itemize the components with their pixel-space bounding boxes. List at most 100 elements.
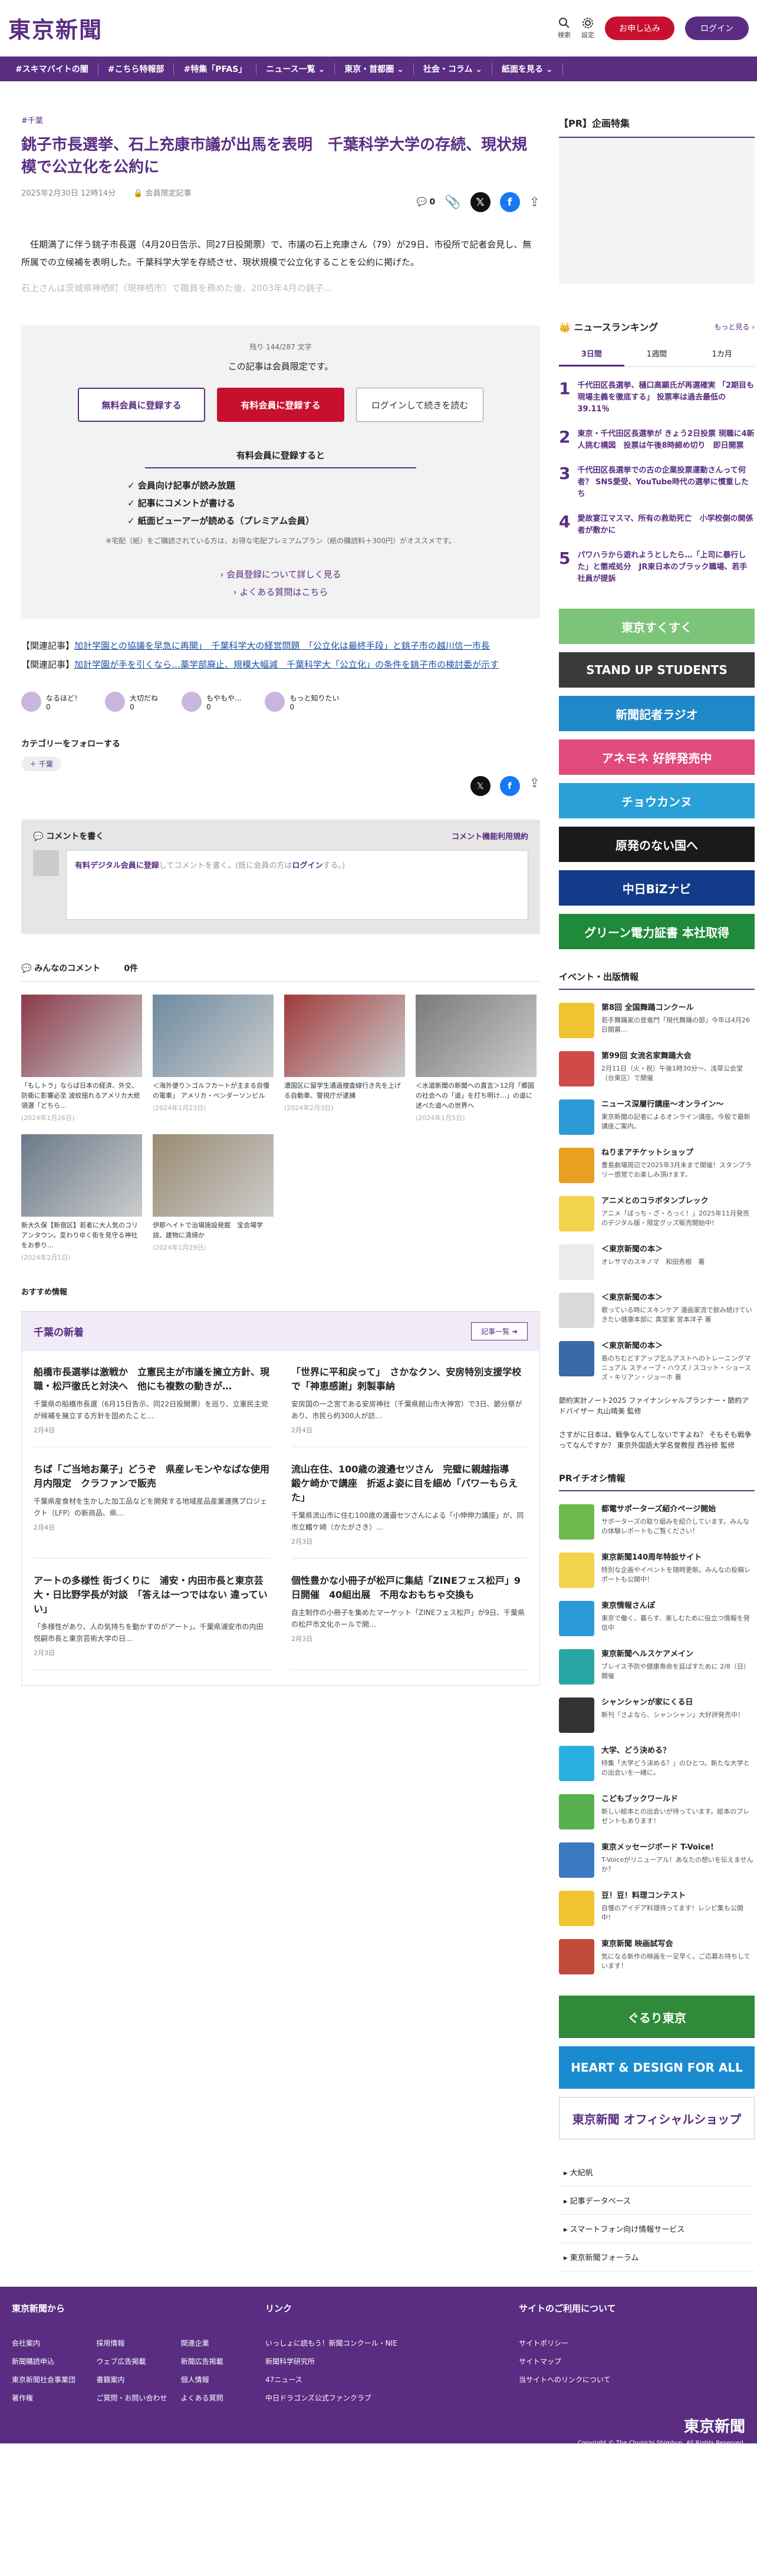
footer-link[interactable]: 新聞広告掲載 — [181, 2356, 265, 2366]
event-item[interactable]: 第99回 女流名家舞踊大会 2月11日（火・祝）午後1時30分～、浅草公会堂（台東… — [559, 1051, 755, 1086]
text-link[interactable]: 節約実計ノート2025 ファイナンシャルプランナー・節約アドバイザー 丸山晴美 … — [559, 1395, 755, 1416]
ranking-item[interactable]: 3 千代田区長選挙での古の企業投票運動さんって何者？ SNS愛受、YouTube時… — [559, 465, 755, 500]
nav-item-3[interactable]: ニュース一覧 ⌄ — [256, 63, 335, 75]
event-item[interactable]: 東京新聞ヘルスケアメイン ブレイス予防や健康寿命を延ばすために 2/8（日）開催 — [559, 1649, 755, 1685]
faq-link[interactable]: › よくある質問はこちら — [42, 583, 519, 601]
share-icon[interactable]: ⇪ — [529, 776, 540, 796]
footer-link[interactable]: 47ニュース — [265, 2374, 519, 2385]
footer-link[interactable]: ウェブ広告掲載 — [96, 2356, 180, 2366]
local-news-item[interactable]: 船橋市長選挙は激戦か 立憲民主が市議を擁立方針、現職・松戸徹氏と対決へ 他にも複… — [34, 1365, 270, 1447]
event-item[interactable]: ＜東京新聞の本＞ 島のちむどすアップ乞ルアストへのトレーニングマニュアル スティー… — [559, 1341, 757, 1382]
footer-link[interactable]: 個人情報 — [181, 2374, 265, 2385]
text-link[interactable]: さすがに日本は、戦争なんてしないですよね？ そもそも戦争ってなんですか？ 東京外… — [559, 1429, 755, 1451]
photo-card[interactable]: 伊那ヘイトで治場施設発掘 宝会場学説、建物に清掃か (2024年1月29日) — [153, 1134, 274, 1262]
nav-item-6[interactable]: 紙面を見る ⌄ — [492, 63, 563, 75]
comment-textarea[interactable]: 有料デジタル会員に登録してコメントを書く。(既に会員の方はログインする。) — [66, 850, 528, 920]
register-digital-link[interactable]: 有料デジタル会員に登録 — [75, 861, 159, 870]
footer-link[interactable]: いっしょに読もう！新聞コンクール・NIE — [265, 2338, 519, 2348]
ad-banner[interactable]: HEART & DESIGN FOR ALL — [559, 2046, 755, 2089]
footer-link[interactable]: 採用情報 — [96, 2338, 180, 2348]
sidebar-banner[interactable]: 中日BiZナビ — [559, 870, 755, 906]
event-item[interactable]: こどもブックワールド 新しい絵本との出会いが待っています。絵本のプレゼントもありま… — [559, 1794, 755, 1829]
photo-card[interactable]: 濃国区に留学生通過捜査線行き先を上げる自動車、警視庁が逮捕 (2024年2月3日) — [284, 995, 405, 1122]
related-link[interactable]: 加計学園との協議を早急に再開」 千葉科学大の経営問題 「公立化は最終手段」と銚子… — [74, 640, 490, 651]
event-item[interactable]: シャンシャンが家にくる日 新刊「さよなら、シャンシャン」大好評発売中！ — [559, 1697, 755, 1733]
tab-1month[interactable]: 1カ月 — [689, 342, 755, 366]
sidebar-link[interactable]: ▸ スマートフォン向け情報サービス — [559, 2215, 755, 2243]
paid-register-button[interactable]: 有料会員に登録する — [217, 388, 344, 422]
footer-link[interactable]: サイトマップ — [519, 2356, 713, 2366]
search-button[interactable]: 検索 — [558, 17, 571, 39]
comment-count-badge[interactable]: 💬 0 — [417, 197, 436, 207]
footer-link[interactable]: 当サイトへのリンクについて — [519, 2374, 713, 2385]
nav-item-1[interactable]: #こちら特報部 — [98, 63, 175, 75]
sidebar-banner[interactable]: 新聞記者ラジオ — [559, 696, 755, 731]
ad-banner[interactable]: 東京新聞 オフィシャルショップ — [559, 2097, 755, 2139]
event-item[interactable]: 東京新聞 映画試写会 気になる新作の映画を一足早く。ご応募お待ちしています！ — [559, 1939, 755, 1974]
event-item[interactable]: 東京新聞140周年特設サイト 特別な企画やイベントを随時更新。みんなの投稿レポート… — [559, 1553, 755, 1588]
tab-3days[interactable]: 3日間 — [559, 342, 624, 366]
photo-card[interactable]: ＜水道新聞の新聞への直言＞12月「郷国の社会への「道」を打ち明け…」の道に述べた… — [416, 995, 537, 1122]
local-news-more-button[interactable]: 記事一覧 ➜ — [471, 1322, 528, 1340]
footer-link[interactable]: 東京新聞社会事業団 — [12, 2374, 96, 2385]
event-item[interactable]: 大学、どう決める？ 特集「大学どう決める？」のひとつ。新たな大学との出会いを一緒に… — [559, 1746, 755, 1781]
reaction-taisetsu[interactable]: 大切だね 0 — [105, 692, 158, 712]
local-news-item[interactable]: アートの多様性 街づくりに 浦安・内田市長と東京芸大・日比野学長が対談 「答えは… — [34, 1574, 270, 1670]
photo-card[interactable]: ＜海外便り＞ゴルフカートが主まる自慢の電車」 アメリカ・ベンダーソンビル (202… — [153, 995, 274, 1122]
sidebar-banner[interactable]: アネモネ 好評発売中 — [559, 739, 755, 775]
nav-item-0[interactable]: #スキマバイトの闇 — [6, 63, 98, 75]
ranking-item[interactable]: 4 愛故宴江マスマ、所有の救助死亡 小学校側の関係者が敷かに — [559, 513, 755, 537]
local-news-item[interactable]: ちば「ご当地お菓子」どうぞ 県産レモンやなばな使用 月内限定 クラファンで販売千… — [34, 1462, 270, 1558]
facebook-share-icon[interactable]: f — [499, 192, 520, 212]
local-news-item[interactable]: 「世界に平和戻って」 さかなクン、安房特別支援学校で「神恵感謝」刺製事納 安房国の… — [291, 1365, 528, 1447]
reaction-moyamoya[interactable]: もやもや... 0 — [182, 692, 241, 712]
login-button[interactable]: ログイン — [685, 16, 749, 40]
facebook-share-icon[interactable]: f — [499, 776, 520, 796]
event-item[interactable]: 都電サポーターズ紹介ページ開始 サポーターズの取り組みを紹介しています。みんなの体… — [559, 1504, 755, 1540]
settings-button[interactable]: 設定 — [581, 17, 594, 39]
reaction-motto[interactable]: もっと知りたい 0 — [265, 692, 340, 712]
ranking-more-link[interactable]: もっと見る › — [714, 322, 755, 332]
event-item[interactable]: アニメとのコラボタンブレック アニメ「ぼっち・ざ・ろっく！」2025年11月発売の… — [559, 1196, 755, 1231]
nav-item-4[interactable]: 東京・首都圏 ⌄ — [335, 63, 414, 75]
comment-login-link[interactable]: ログイン — [292, 861, 322, 870]
comment-rules-link[interactable]: コメント機能利用規約 — [452, 830, 528, 842]
nav-item-2[interactable]: #特集「PFAS」 — [174, 63, 257, 75]
sidebar-banner[interactable]: グリーン電力証書 本社取得 — [559, 914, 755, 949]
sidebar-link[interactable]: ▸ 記事データベース — [559, 2187, 755, 2215]
event-item[interactable]: 豆！豆！料理コンテスト 自慢のアイデア料理待ってます！レシピ集も公開中！ — [559, 1891, 755, 1926]
x-share-icon[interactable]: 𝕏 — [470, 192, 491, 212]
event-item[interactable]: ニュース深層行講座〜オンライン〜 東京新聞の記者によるオンライン講座。今般で最新講… — [559, 1099, 755, 1135]
sidebar-link[interactable]: ▸ 東京新聞フォーラム — [559, 2243, 755, 2271]
category-tag[interactable]: #千葉 — [21, 114, 540, 126]
sidebar-banner[interactable]: チョウカンヌ — [559, 783, 755, 818]
ranking-item[interactable]: 2 東京・千代田区長選挙が きょう2日投票 現職に4新人挑む構図 投票は午後8時締… — [559, 428, 755, 452]
footer-link[interactable]: よくある質問 — [181, 2393, 265, 2403]
free-register-button[interactable]: 無料会員に登録する — [78, 388, 205, 422]
related-link[interactable]: 加計学園が手を引くなら…薬学部廃止、規模大幅減 千葉科学大「公立化」の条件を銚子… — [74, 659, 499, 670]
local-news-item[interactable]: 個性豊かな小冊子が松戸に集結「ZINEフェス松戸」9日開催 40組出展 不用なお… — [291, 1574, 528, 1670]
clip-icon[interactable]: 📎 — [445, 195, 460, 210]
site-logo[interactable]: 東京新聞 — [8, 12, 103, 44]
photo-card[interactable]: 新大久保【新宿区】若者に大人気のコリアンタウン。変わりゆく街を見守る神社をお参り… — [21, 1134, 142, 1262]
sidebar-banner[interactable]: 東京すくすく — [559, 609, 755, 644]
membership-info-link[interactable]: › 会員登録について詳しく見る — [42, 566, 519, 583]
login-continue-button[interactable]: ログインして続きを読む — [356, 388, 483, 422]
event-item[interactable]: ねりまアチケットショップ 豊島劇場周辺で2025年3月末まで開催！スタンプラリー感… — [559, 1148, 755, 1183]
event-item[interactable]: 東京情報さんぽ 東京で働く、暮らす、楽しむために役立つ情報を発信中 — [559, 1601, 755, 1636]
footer-link[interactable]: 新聞科学研究所 — [265, 2356, 519, 2366]
sidebar-banner[interactable]: 原発のない国へ — [559, 827, 755, 862]
footer-link[interactable]: サイトポリシー — [519, 2338, 713, 2348]
footer-link[interactable]: 関連企業 — [181, 2338, 265, 2348]
sidebar-banner[interactable]: STAND UP STUDENTS — [559, 652, 755, 688]
x-share-icon[interactable]: 𝕏 — [470, 776, 491, 796]
ranking-item[interactable]: 1 千代田区長選挙、樋口高顕氏が再選確実 「2期目も現場主義を徹底する」 投票率は… — [559, 380, 755, 415]
footer-link[interactable]: 書籍案内 — [96, 2374, 180, 2385]
share-icon[interactable]: ⇪ — [529, 195, 540, 210]
sidebar-link[interactable]: ▸ 大紀帆 — [559, 2158, 755, 2187]
nav-item-5[interactable]: 社会・コラム ⌄ — [414, 63, 493, 75]
footer-link[interactable]: 新聞購読申込 — [12, 2356, 96, 2366]
footer-link[interactable]: ご質問・お問い合わせ — [96, 2393, 180, 2403]
reaction-naruhodo[interactable]: なるほど！ 0 — [21, 692, 81, 712]
footer-logo[interactable]: 東京新聞 — [684, 2415, 745, 2436]
